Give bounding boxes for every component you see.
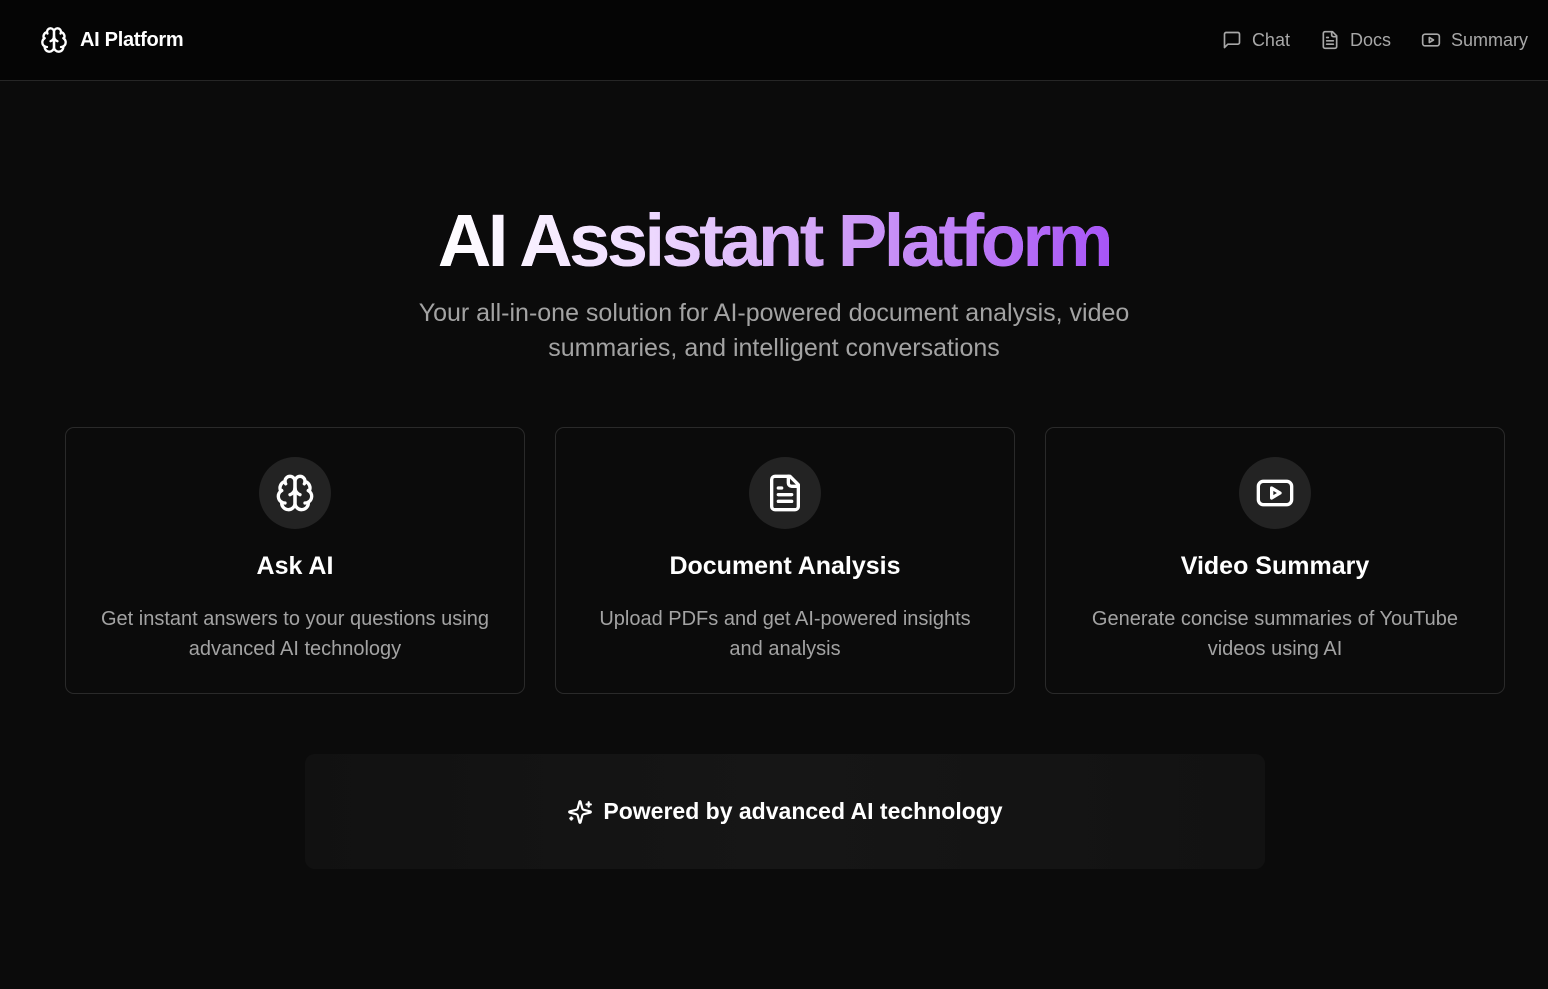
youtube-icon	[1256, 479, 1294, 507]
brain-icon	[276, 474, 314, 512]
feature-card-title: Document Analysis	[669, 552, 901, 580]
feature-card-document-analysis[interactable]: Document Analysis Upload PDFs and get AI…	[555, 427, 1015, 694]
feature-cards: Ask AI Get instant answers to your quest…	[65, 427, 1505, 694]
file-text-icon	[770, 474, 800, 512]
feature-icon-circle	[1239, 457, 1311, 529]
main-nav: Chat Docs Summary	[1222, 29, 1528, 51]
feature-card-title: Video Summary	[1180, 552, 1370, 580]
feature-card-description: Get instant answers to your questions us…	[101, 608, 489, 660]
brand-name: AI Platform	[80, 28, 184, 51]
nav-item-summary[interactable]: Summary	[1421, 30, 1528, 51]
feature-icon-circle	[749, 457, 821, 529]
powered-by-text: Powered by advanced AI technology	[603, 798, 1003, 824]
file-text-icon	[1322, 30, 1338, 50]
nav-item-docs-label: Docs	[1349, 29, 1391, 50]
feature-icon-circle	[259, 457, 331, 529]
sparkles-icon	[568, 799, 593, 824]
powered-by-banner: Powered by advanced AI technology	[305, 754, 1265, 869]
brain-icon	[41, 27, 67, 53]
feature-card-ask-ai[interactable]: Ask AI Get instant answers to your quest…	[65, 427, 525, 694]
message-square-icon	[1223, 31, 1241, 49]
page-title: AI Assistant Platform	[0, 196, 1548, 286]
nav-item-chat[interactable]: Chat	[1222, 30, 1290, 51]
page-title-text: AI Assistant Platform	[438, 196, 1114, 286]
nav-item-docs[interactable]: Docs	[1320, 30, 1391, 51]
feature-card-video-summary[interactable]: Video Summary Generate concise summaries…	[1045, 427, 1505, 694]
feature-card-description: Upload PDFs and get AI-powered insights …	[599, 608, 971, 660]
nav-item-chat-label: Chat	[1251, 29, 1290, 50]
page-subtitle: Your all-in-one solution for AI-powered …	[418, 299, 1130, 362]
nav-item-summary-label: Summary	[1450, 29, 1528, 50]
feature-card-description: Generate concise summaries of YouTube vi…	[1091, 608, 1459, 660]
brand-link[interactable]: AI Platform	[40, 26, 184, 54]
feature-card-title: Ask AI	[256, 552, 334, 580]
top-navigation-bar: AI Platform Chat Docs Summary	[0, 0, 1548, 81]
youtube-icon	[1421, 33, 1441, 47]
